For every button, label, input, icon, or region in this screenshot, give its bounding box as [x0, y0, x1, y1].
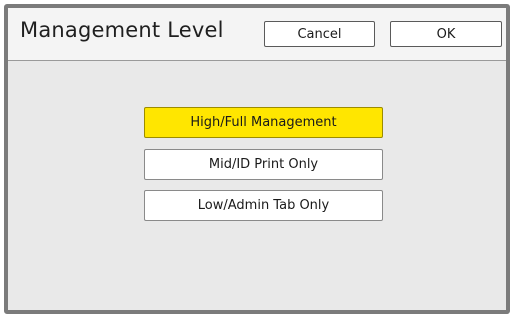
cancel-button[interactable]: Cancel	[264, 21, 375, 47]
ok-button[interactable]: OK	[390, 21, 502, 47]
dialog-header: Management Level Cancel OK	[8, 8, 506, 61]
option-low-admin-tab-only[interactable]: Low/Admin Tab Only	[144, 190, 383, 221]
dialog-title: Management Level	[20, 18, 224, 42]
option-mid-id-print-only[interactable]: Mid/ID Print Only	[144, 149, 383, 180]
management-level-dialog: Management Level Cancel OK High/Full Man…	[4, 4, 510, 314]
option-high-full-management[interactable]: High/Full Management	[144, 107, 383, 138]
